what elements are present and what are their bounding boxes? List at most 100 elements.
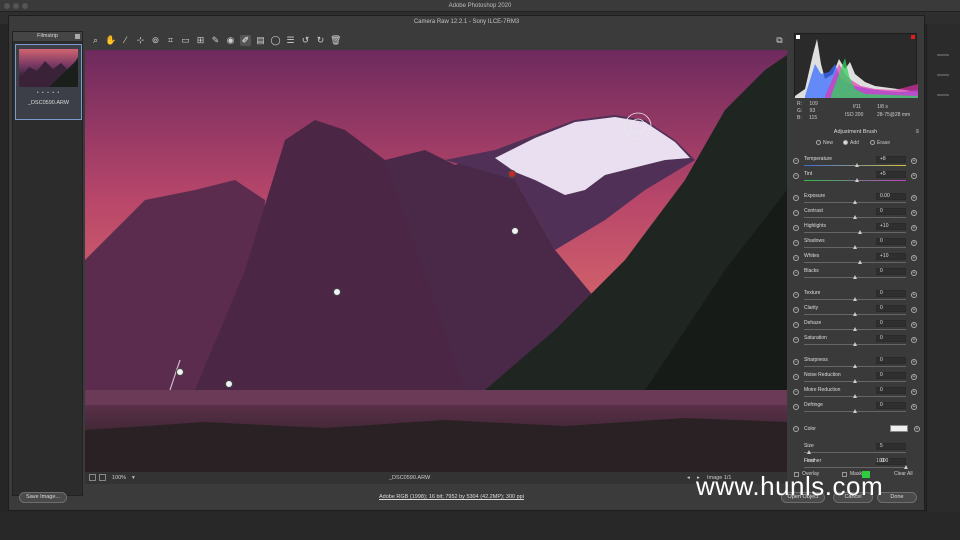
highlights-plus-icon[interactable]: +: [911, 225, 917, 231]
shadows-plus-icon[interactable]: +: [911, 240, 917, 246]
color-plus-icon[interactable]: +: [914, 426, 920, 432]
defringe-slider-thumb[interactable]: [853, 409, 857, 413]
temperature-plus-icon[interactable]: +: [911, 158, 917, 164]
straighten-icon[interactable]: ▭: [180, 35, 191, 46]
tint-slider-thumb[interactable]: [855, 178, 860, 182]
temperature-minus-icon[interactable]: −: [793, 158, 799, 164]
clarity-value[interactable]: 0: [876, 305, 906, 312]
mode-erase[interactable]: Erase: [870, 140, 890, 146]
size-track[interactable]: [804, 452, 906, 453]
color-sampler-icon[interactable]: ⊹: [135, 35, 146, 46]
defringe-plus-icon[interactable]: +: [911, 404, 917, 410]
preferences-icon[interactable]: ☰: [285, 35, 296, 46]
brush-pin[interactable]: [225, 380, 233, 388]
white-balance-icon[interactable]: ⁄: [120, 35, 131, 46]
prev-image-button[interactable]: ◂: [687, 472, 690, 484]
color-swatch[interactable]: [890, 425, 908, 432]
sharpness-plus-icon[interactable]: +: [911, 359, 917, 365]
dehaze-value[interactable]: 0: [876, 320, 906, 327]
blacks-plus-icon[interactable]: +: [911, 270, 917, 276]
blacks-value[interactable]: 0: [876, 268, 906, 275]
contrast-minus-icon[interactable]: −: [793, 210, 799, 216]
whites-plus-icon[interactable]: +: [911, 255, 917, 261]
mode-new[interactable]: New: [816, 140, 833, 146]
defringe-minus-icon[interactable]: −: [793, 404, 799, 410]
exposure-minus-icon[interactable]: −: [793, 195, 799, 201]
dehaze-plus-icon[interactable]: +: [911, 322, 917, 328]
highlights-value[interactable]: +10: [876, 223, 906, 230]
spot-removal-icon[interactable]: ✎: [210, 35, 221, 46]
highlights-slider-thumb[interactable]: [858, 230, 863, 234]
sharpness-minus-icon[interactable]: −: [793, 359, 799, 365]
zoom-dropdown-icon[interactable]: ▾: [132, 472, 135, 484]
defringe-value[interactable]: 0: [876, 402, 906, 409]
dehaze-minus-icon[interactable]: −: [793, 322, 799, 328]
moire-reduction-value[interactable]: 0: [876, 387, 906, 394]
moire-reduction-slider-thumb[interactable]: [853, 394, 857, 398]
clarity-slider-thumb[interactable]: [853, 312, 857, 316]
transform-icon[interactable]: ⊞: [195, 35, 206, 46]
contrast-value[interactable]: 0: [876, 208, 906, 215]
whites-track[interactable]: [804, 262, 906, 263]
zoom-in-icon[interactable]: [99, 474, 106, 481]
saturation-minus-icon[interactable]: −: [793, 337, 799, 343]
brush-pin[interactable]: [511, 227, 519, 235]
target-adjust-icon[interactable]: ⊚: [150, 35, 161, 46]
image-preview[interactable]: [85, 50, 787, 472]
texture-minus-icon[interactable]: −: [793, 292, 799, 298]
temperature-value[interactable]: +8: [876, 156, 906, 163]
noise-reduction-plus-icon[interactable]: +: [911, 374, 917, 380]
dehaze-slider-thumb[interactable]: [853, 327, 857, 331]
moire-reduction-minus-icon[interactable]: −: [793, 389, 799, 395]
color-minus-icon[interactable]: −: [793, 426, 799, 432]
noise-reduction-minus-icon[interactable]: −: [793, 374, 799, 380]
panel-icon[interactable]: [937, 74, 949, 76]
zoom-window-button[interactable]: [22, 3, 28, 9]
exposure-slider-thumb[interactable]: [853, 200, 857, 204]
tint-plus-icon[interactable]: +: [911, 173, 917, 179]
zoom-out-icon[interactable]: [89, 474, 96, 481]
clarity-minus-icon[interactable]: −: [793, 307, 799, 313]
brush-pin[interactable]: [176, 368, 184, 376]
shadows-minus-icon[interactable]: −: [793, 240, 799, 246]
exposure-value[interactable]: 0.00: [876, 193, 906, 200]
shadows-slider-thumb[interactable]: [853, 245, 857, 249]
workflow-options-link[interactable]: Adobe RGB (1998); 16 bit; 7952 by 5304 (…: [379, 494, 524, 500]
red-eye-icon[interactable]: ◉: [225, 35, 236, 46]
mode-add[interactable]: Add: [843, 140, 859, 146]
graduated-filter-icon[interactable]: ▤: [255, 35, 266, 46]
mode-radio[interactable]: [816, 140, 821, 146]
size-value[interactable]: 5: [876, 443, 906, 450]
moire-reduction-plus-icon[interactable]: +: [911, 389, 917, 395]
size-slider-thumb[interactable]: [807, 450, 812, 454]
texture-plus-icon[interactable]: +: [911, 292, 917, 298]
saturation-value[interactable]: 0: [876, 335, 906, 342]
panel-icon[interactable]: [937, 94, 949, 96]
active-brush-pin[interactable]: [508, 170, 516, 178]
trash-icon[interactable]: 🗑: [330, 35, 341, 46]
blacks-minus-icon[interactable]: −: [793, 270, 799, 276]
panel-icon[interactable]: [937, 54, 949, 56]
filmstrip-thumbnail[interactable]: • • • • • _DSC0590.ARW: [15, 44, 82, 120]
filmstrip-menu-icon[interactable]: [75, 34, 80, 39]
mode-radio[interactable]: [870, 140, 875, 146]
mode-radio[interactable]: [843, 140, 848, 146]
temperature-slider-thumb[interactable]: [855, 163, 860, 167]
sharpness-value[interactable]: 0: [876, 357, 906, 364]
close-window-button[interactable]: [4, 3, 10, 9]
highlights-minus-icon[interactable]: −: [793, 225, 799, 231]
tint-value[interactable]: +5: [876, 171, 906, 178]
rating-stars[interactable]: • • • • •: [16, 90, 81, 96]
crop-icon[interactable]: ⌗: [165, 35, 176, 46]
sharpness-slider-thumb[interactable]: [853, 364, 857, 368]
whites-slider-thumb[interactable]: [858, 260, 863, 264]
zoom-level[interactable]: 100%: [112, 472, 126, 484]
texture-slider-thumb[interactable]: [853, 297, 857, 301]
minimize-window-button[interactable]: [13, 3, 19, 9]
highlights-track[interactable]: [804, 232, 906, 233]
tint-minus-icon[interactable]: −: [793, 173, 799, 179]
rotate-right-icon[interactable]: ↻: [315, 35, 326, 46]
whites-value[interactable]: +10: [876, 253, 906, 260]
clarity-plus-icon[interactable]: +: [911, 307, 917, 313]
noise-reduction-value[interactable]: 0: [876, 372, 906, 379]
